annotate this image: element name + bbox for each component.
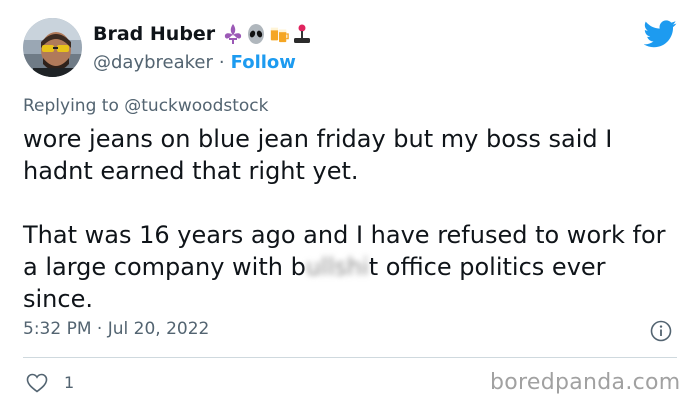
- tweet-timestamp[interactable]: 5:32 PM · Jul 20, 2022: [23, 319, 209, 343]
- alien-icon: [246, 23, 266, 45]
- replying-to-label: Replying to: [23, 96, 119, 116]
- tweet-line-1: wore jeans on blue jean friday but my bo…: [23, 125, 621, 185]
- heart-icon[interactable]: [26, 373, 48, 393]
- like-count: 1: [64, 373, 75, 392]
- avatar[interactable]: [23, 18, 82, 77]
- name-emojis: [223, 23, 312, 45]
- fleur-de-lis-icon: [223, 23, 243, 45]
- joystick-icon: [292, 23, 312, 45]
- tweet-text: wore jeans on blue jean friday but my bo…: [23, 123, 683, 315]
- twitter-bird-icon[interactable]: [643, 20, 677, 48]
- reply-mention-link[interactable]: @tuckwoodstock: [124, 96, 268, 116]
- tweet-censored-word: ullshi: [305, 253, 369, 281]
- author-display-name[interactable]: Brad Huber: [93, 23, 215, 45]
- boredpanda-watermark: boredpanda.com: [490, 370, 681, 395]
- beer-mugs-icon: [269, 23, 289, 45]
- follow-button[interactable]: Follow: [231, 52, 296, 73]
- divider: [23, 357, 677, 358]
- author-name-row: Brad Huber: [93, 21, 312, 47]
- replying-to: Replying to @tuckwoodstock: [23, 96, 269, 118]
- author-handle[interactable]: @daybreaker: [93, 52, 213, 73]
- author-handle-row: @daybreaker · Follow: [93, 50, 296, 74]
- separator-dot: ·: [218, 51, 225, 73]
- info-icon[interactable]: [650, 320, 672, 342]
